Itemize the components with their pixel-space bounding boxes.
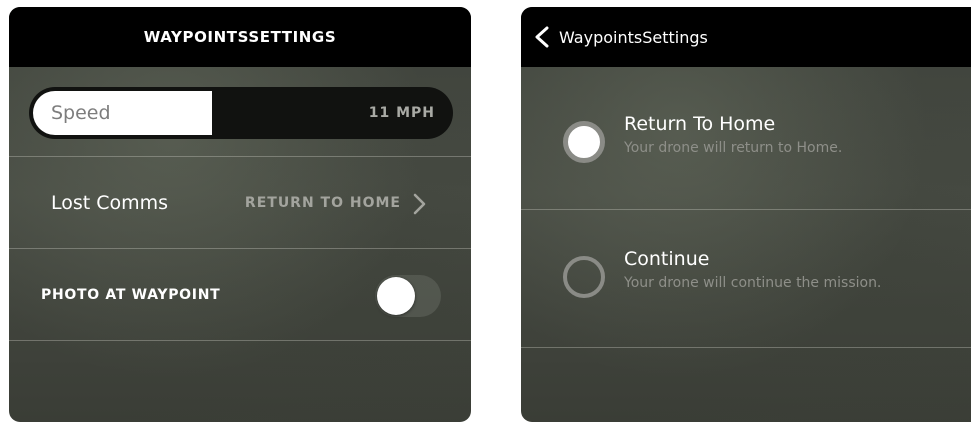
option-subtitle: Your drone will continue the mission. xyxy=(624,275,882,291)
option-return-to-home[interactable]: Return To Home Your drone will return to… xyxy=(521,77,971,207)
lost-comms-label: Lost Comms xyxy=(51,192,169,214)
toggle-knob[interactable] xyxy=(377,277,415,315)
page-title: WaypointsSettings xyxy=(559,27,708,47)
panel-header: WAYPOINTSSETTINGS xyxy=(9,7,471,67)
photo-at-waypoint-label: PHOTO AT WAYPOINT xyxy=(41,287,221,303)
option-continue[interactable]: Continue Your drone will continue the mi… xyxy=(521,212,971,342)
speed-label: Speed xyxy=(51,102,111,124)
lost-comms-options-panel: WaypointsSettings Return To Home Your dr… xyxy=(521,7,971,422)
divider xyxy=(521,209,971,210)
panel-header: WaypointsSettings xyxy=(521,7,971,67)
page-title: WAYPOINTSSETTINGS xyxy=(143,28,337,46)
radio-selected-icon[interactable] xyxy=(563,121,605,163)
back-button[interactable]: WaypointsSettings xyxy=(521,7,708,67)
divider xyxy=(9,156,471,157)
chevron-right-icon xyxy=(413,193,426,215)
divider xyxy=(521,347,971,348)
option-title: Return To Home xyxy=(624,113,776,135)
speed-slider[interactable]: Speed 11 MPH xyxy=(29,87,453,139)
photo-at-waypoint-toggle[interactable] xyxy=(375,275,441,317)
option-subtitle: Your drone will return to Home. xyxy=(624,140,843,156)
speed-value: 11 MPH xyxy=(368,105,435,121)
lost-comms-value: RETURN TO HOME xyxy=(244,195,401,211)
lost-comms-row[interactable]: Lost Comms RETURN TO HOME xyxy=(9,159,471,247)
option-title: Continue xyxy=(624,248,710,270)
waypoints-settings-panel: WAYPOINTSSETTINGS Speed 11 MPH Lost Comm… xyxy=(9,7,471,422)
chevron-left-icon[interactable] xyxy=(533,26,551,48)
radio-unselected-icon[interactable] xyxy=(563,256,605,298)
divider xyxy=(9,340,471,341)
